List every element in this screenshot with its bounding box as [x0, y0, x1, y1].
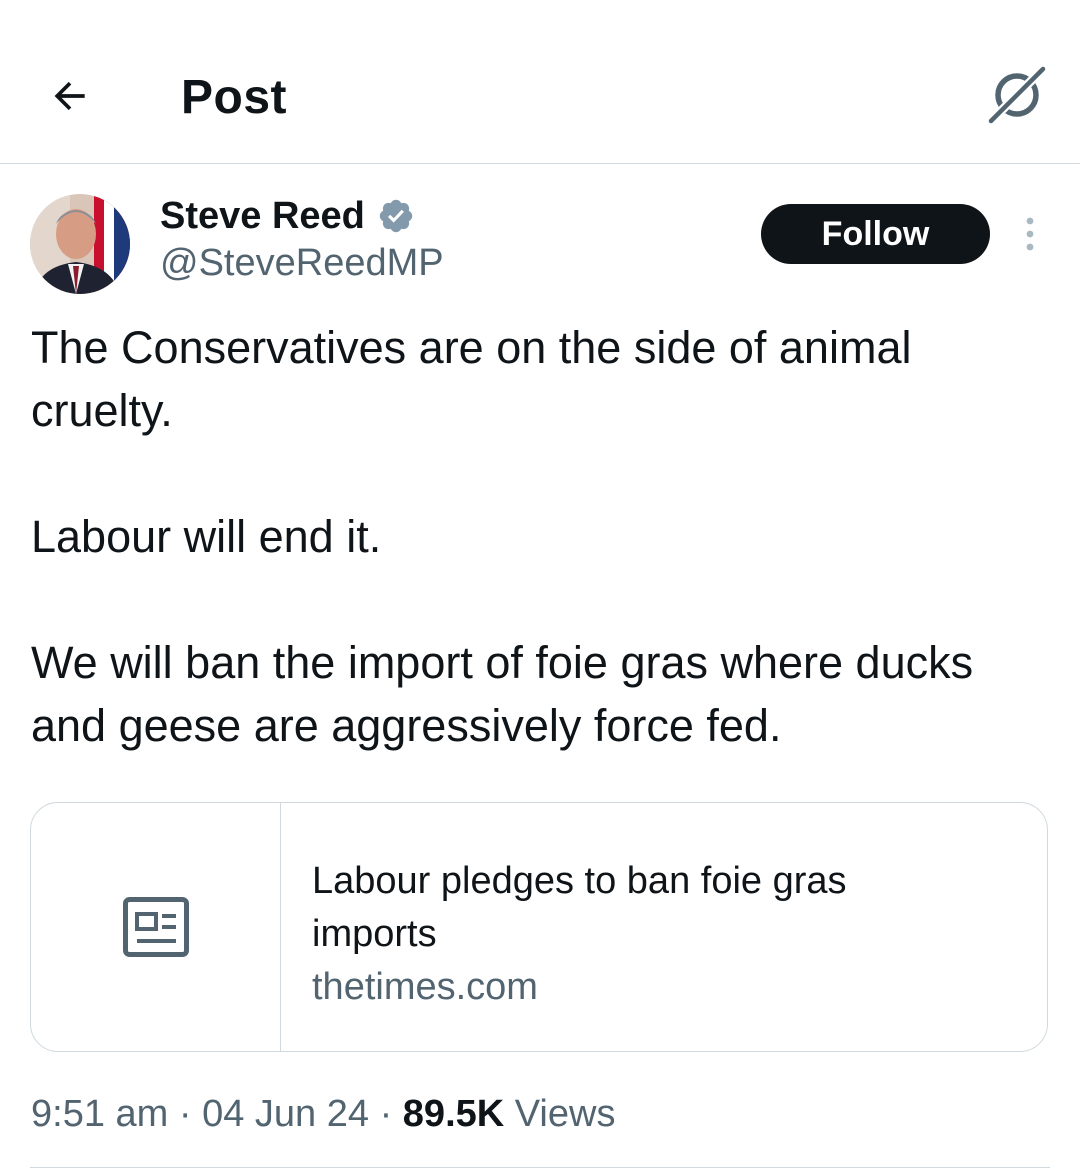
author-name[interactable]: Steve Reed [160, 194, 415, 238]
page-title: Post [181, 71, 288, 124]
link-card-domain: thetimes.com [312, 966, 538, 1008]
back-button[interactable] [40, 66, 100, 126]
follow-button[interactable]: Follow [761, 204, 990, 264]
author-display-name: Steve Reed [160, 195, 365, 237]
arrow-left-icon [54, 81, 85, 111]
post-metadata: 9:51 am · 04 Jun 24 · 89.5K Views [31, 1088, 615, 1140]
top-app-bar: Post [0, 0, 1080, 164]
avatar[interactable] [30, 194, 130, 294]
more-vertical-icon [1026, 217, 1034, 251]
meta-separator: · [178, 1093, 192, 1135]
views-label[interactable]: Views [515, 1093, 616, 1135]
tweet-text: The Conservatives are on the side of ani… [31, 322, 974, 751]
profile-photo [30, 194, 130, 294]
author-handle[interactable]: @SteveReedMP [160, 241, 444, 285]
news-article-icon [122, 897, 189, 957]
link-preview-card[interactable]: Labour pledges to ban foie gras imports … [30, 802, 1048, 1052]
views-count[interactable]: 89.5K [403, 1093, 504, 1135]
grok-icon [987, 65, 1047, 125]
link-card-thumbnail [31, 803, 281, 1051]
post-date[interactable]: 04 Jun 24 [202, 1093, 369, 1135]
grok-button[interactable] [984, 62, 1050, 128]
divider [30, 1167, 1050, 1168]
meta-separator: · [379, 1093, 393, 1135]
verified-badge-icon[interactable] [377, 197, 415, 235]
post-time[interactable]: 9:51 am [31, 1093, 168, 1135]
link-card-title: Labour pledges to ban foie gras imports [312, 860, 847, 955]
more-options-button[interactable] [1014, 214, 1046, 254]
